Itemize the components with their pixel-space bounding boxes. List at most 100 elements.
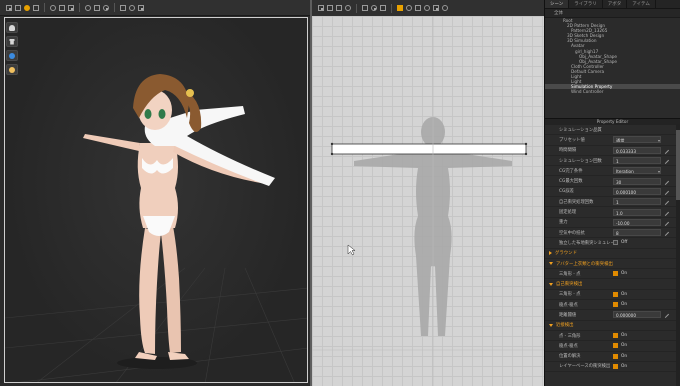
- expand-down-icon: [549, 282, 553, 286]
- sewing-icon[interactable]: [397, 5, 403, 11]
- property-checkbox[interactable]: [613, 240, 618, 246]
- tab-0[interactable]: シーン: [545, 0, 570, 8]
- edit-pen-icon[interactable]: [661, 177, 670, 185]
- checkbox-state: On: [621, 291, 628, 297]
- property-row: 稜点-稜点 On: [545, 300, 680, 311]
- property-value-field[interactable]: 1: [613, 198, 661, 206]
- property-label: CG最大回数: [559, 179, 583, 185]
- 2d-toolbar: [312, 0, 544, 16]
- property-row: シミュレーション品質: [545, 125, 680, 136]
- camera-icon[interactable]: [94, 4, 100, 11]
- 2d-stage[interactable]: [312, 16, 544, 386]
- property-checkbox[interactable]: [613, 353, 618, 359]
- texture-icon[interactable]: [424, 5, 430, 11]
- display-avatar-button[interactable]: [6, 22, 18, 33]
- pattern-piece: [331, 143, 527, 155]
- person-icon: [9, 66, 15, 73]
- property-checkbox[interactable]: [613, 343, 618, 349]
- globe-icon: [9, 52, 15, 59]
- polygon-icon[interactable]: [327, 5, 333, 11]
- select-icon[interactable]: [318, 5, 324, 11]
- property-checkbox[interactable]: [613, 302, 618, 308]
- display-light-button[interactable]: [6, 64, 18, 75]
- fold-icon[interactable]: [406, 5, 412, 11]
- edit-pen-icon[interactable]: [661, 311, 670, 319]
- tape-icon[interactable]: [129, 4, 135, 11]
- property-editor: Property Editor シミュレーション品質プリセット値通常時間間隔0.…: [545, 118, 680, 386]
- edit-pen-icon[interactable]: [661, 187, 670, 195]
- select-icon[interactable]: [6, 4, 12, 11]
- pin-icon[interactable]: [33, 4, 39, 11]
- material-icon[interactable]: [433, 5, 439, 11]
- property-label: シミュレーション品質: [559, 127, 602, 133]
- segment-icon[interactable]: [380, 5, 386, 11]
- tab-2[interactable]: アボタ: [603, 0, 628, 8]
- edit-pen-icon[interactable]: [661, 146, 670, 154]
- display-texture-button[interactable]: [6, 50, 18, 61]
- property-section[interactable]: 近接検出: [545, 321, 680, 331]
- property-scrollbar[interactable]: [676, 124, 680, 386]
- edit-pen-icon[interactable]: [661, 156, 670, 165]
- tab-1[interactable]: ライブラリ: [569, 0, 603, 8]
- checkbox-state: Off: [621, 240, 628, 246]
- property-list: シミュレーション品質プリセット値 通常時間間隔 0.033333 シミュレーション回数…: [545, 125, 680, 373]
- move-icon[interactable]: [24, 4, 30, 11]
- property-checkbox[interactable]: [613, 291, 618, 297]
- dart-icon[interactable]: [371, 5, 377, 11]
- internal-icon[interactable]: [362, 5, 368, 11]
- measure-icon[interactable]: [120, 4, 126, 11]
- avatar-icon[interactable]: [103, 4, 109, 11]
- property-value-field[interactable]: 30: [613, 177, 661, 185]
- shape-icon[interactable]: [85, 4, 91, 11]
- property-dropdown[interactable]: 通常: [613, 136, 661, 144]
- property-value-field[interactable]: -10.00: [613, 218, 661, 226]
- brush-icon[interactable]: [59, 4, 65, 11]
- sidebar-tabs: シーン ライブラリ アボタ アイテム: [545, 0, 680, 9]
- property-value-field[interactable]: 1.0: [613, 208, 661, 216]
- property-dropdown[interactable]: Iteration: [613, 167, 661, 175]
- fold-icon[interactable]: [68, 4, 74, 11]
- property-value-field[interactable]: 0.000000: [613, 311, 661, 319]
- property-value-field[interactable]: 0.033333: [613, 146, 661, 154]
- property-checkbox[interactable]: [613, 363, 618, 369]
- circle-icon[interactable]: [345, 5, 351, 11]
- snap-icon[interactable]: [442, 5, 448, 11]
- checkbox-state: On: [621, 343, 628, 349]
- transform-icon[interactable]: [15, 4, 21, 11]
- property-checkbox[interactable]: [613, 333, 618, 339]
- property-section[interactable]: 自己衝突検出: [545, 279, 680, 290]
- tree-item[interactable]: Wind Controller: [545, 89, 680, 94]
- property-row: 固定処理 1.0: [545, 207, 680, 218]
- property-label: 三角形 - 点: [559, 271, 581, 277]
- avatar-render: [5, 74, 307, 382]
- expand-down-icon: [549, 262, 553, 265]
- scroll-thumb[interactable]: [676, 130, 680, 200]
- toolbar-separator: [79, 3, 80, 12]
- 3d-stage[interactable]: [4, 17, 308, 383]
- property-row: 三角形 - 点 On: [545, 269, 680, 280]
- sewing-icon[interactable]: [138, 4, 144, 11]
- edit-pen-icon[interactable]: [661, 208, 670, 216]
- property-section[interactable]: グラウンド: [545, 249, 680, 259]
- property-value-field[interactable]: 8: [613, 229, 661, 237]
- property-value-field[interactable]: 0.000100: [613, 187, 661, 195]
- edit-pen-icon[interactable]: [661, 229, 670, 237]
- property-label: 稜点-稜点: [559, 343, 578, 349]
- scene-tree: Root 2D Pattern Design Pattern2D_13265 3D S…: [545, 18, 680, 94]
- property-row: 点 - 三角形 On: [545, 331, 680, 342]
- property-checkbox[interactable]: [613, 271, 618, 277]
- 2d-pattern-view[interactable]: [310, 0, 544, 386]
- edit-pen-icon[interactable]: [661, 198, 670, 206]
- property-value-field[interactable]: 1: [613, 157, 661, 165]
- checkbox-state: On: [621, 353, 628, 359]
- display-garment-button[interactable]: [6, 36, 18, 47]
- tack-icon[interactable]: [50, 4, 56, 11]
- section-label: アバター上衣類との衝突検出: [556, 261, 613, 267]
- pin-icon[interactable]: [415, 5, 421, 11]
- tab-3[interactable]: アイテム: [627, 0, 656, 8]
- 3d-viewport[interactable]: [0, 0, 312, 386]
- rectangle-icon[interactable]: [336, 5, 342, 11]
- edit-pen-icon[interactable]: [661, 218, 670, 226]
- property-section[interactable]: アバター上衣類との衝突検出: [545, 259, 680, 270]
- property-label: 自己衝突処理回数: [559, 199, 594, 205]
